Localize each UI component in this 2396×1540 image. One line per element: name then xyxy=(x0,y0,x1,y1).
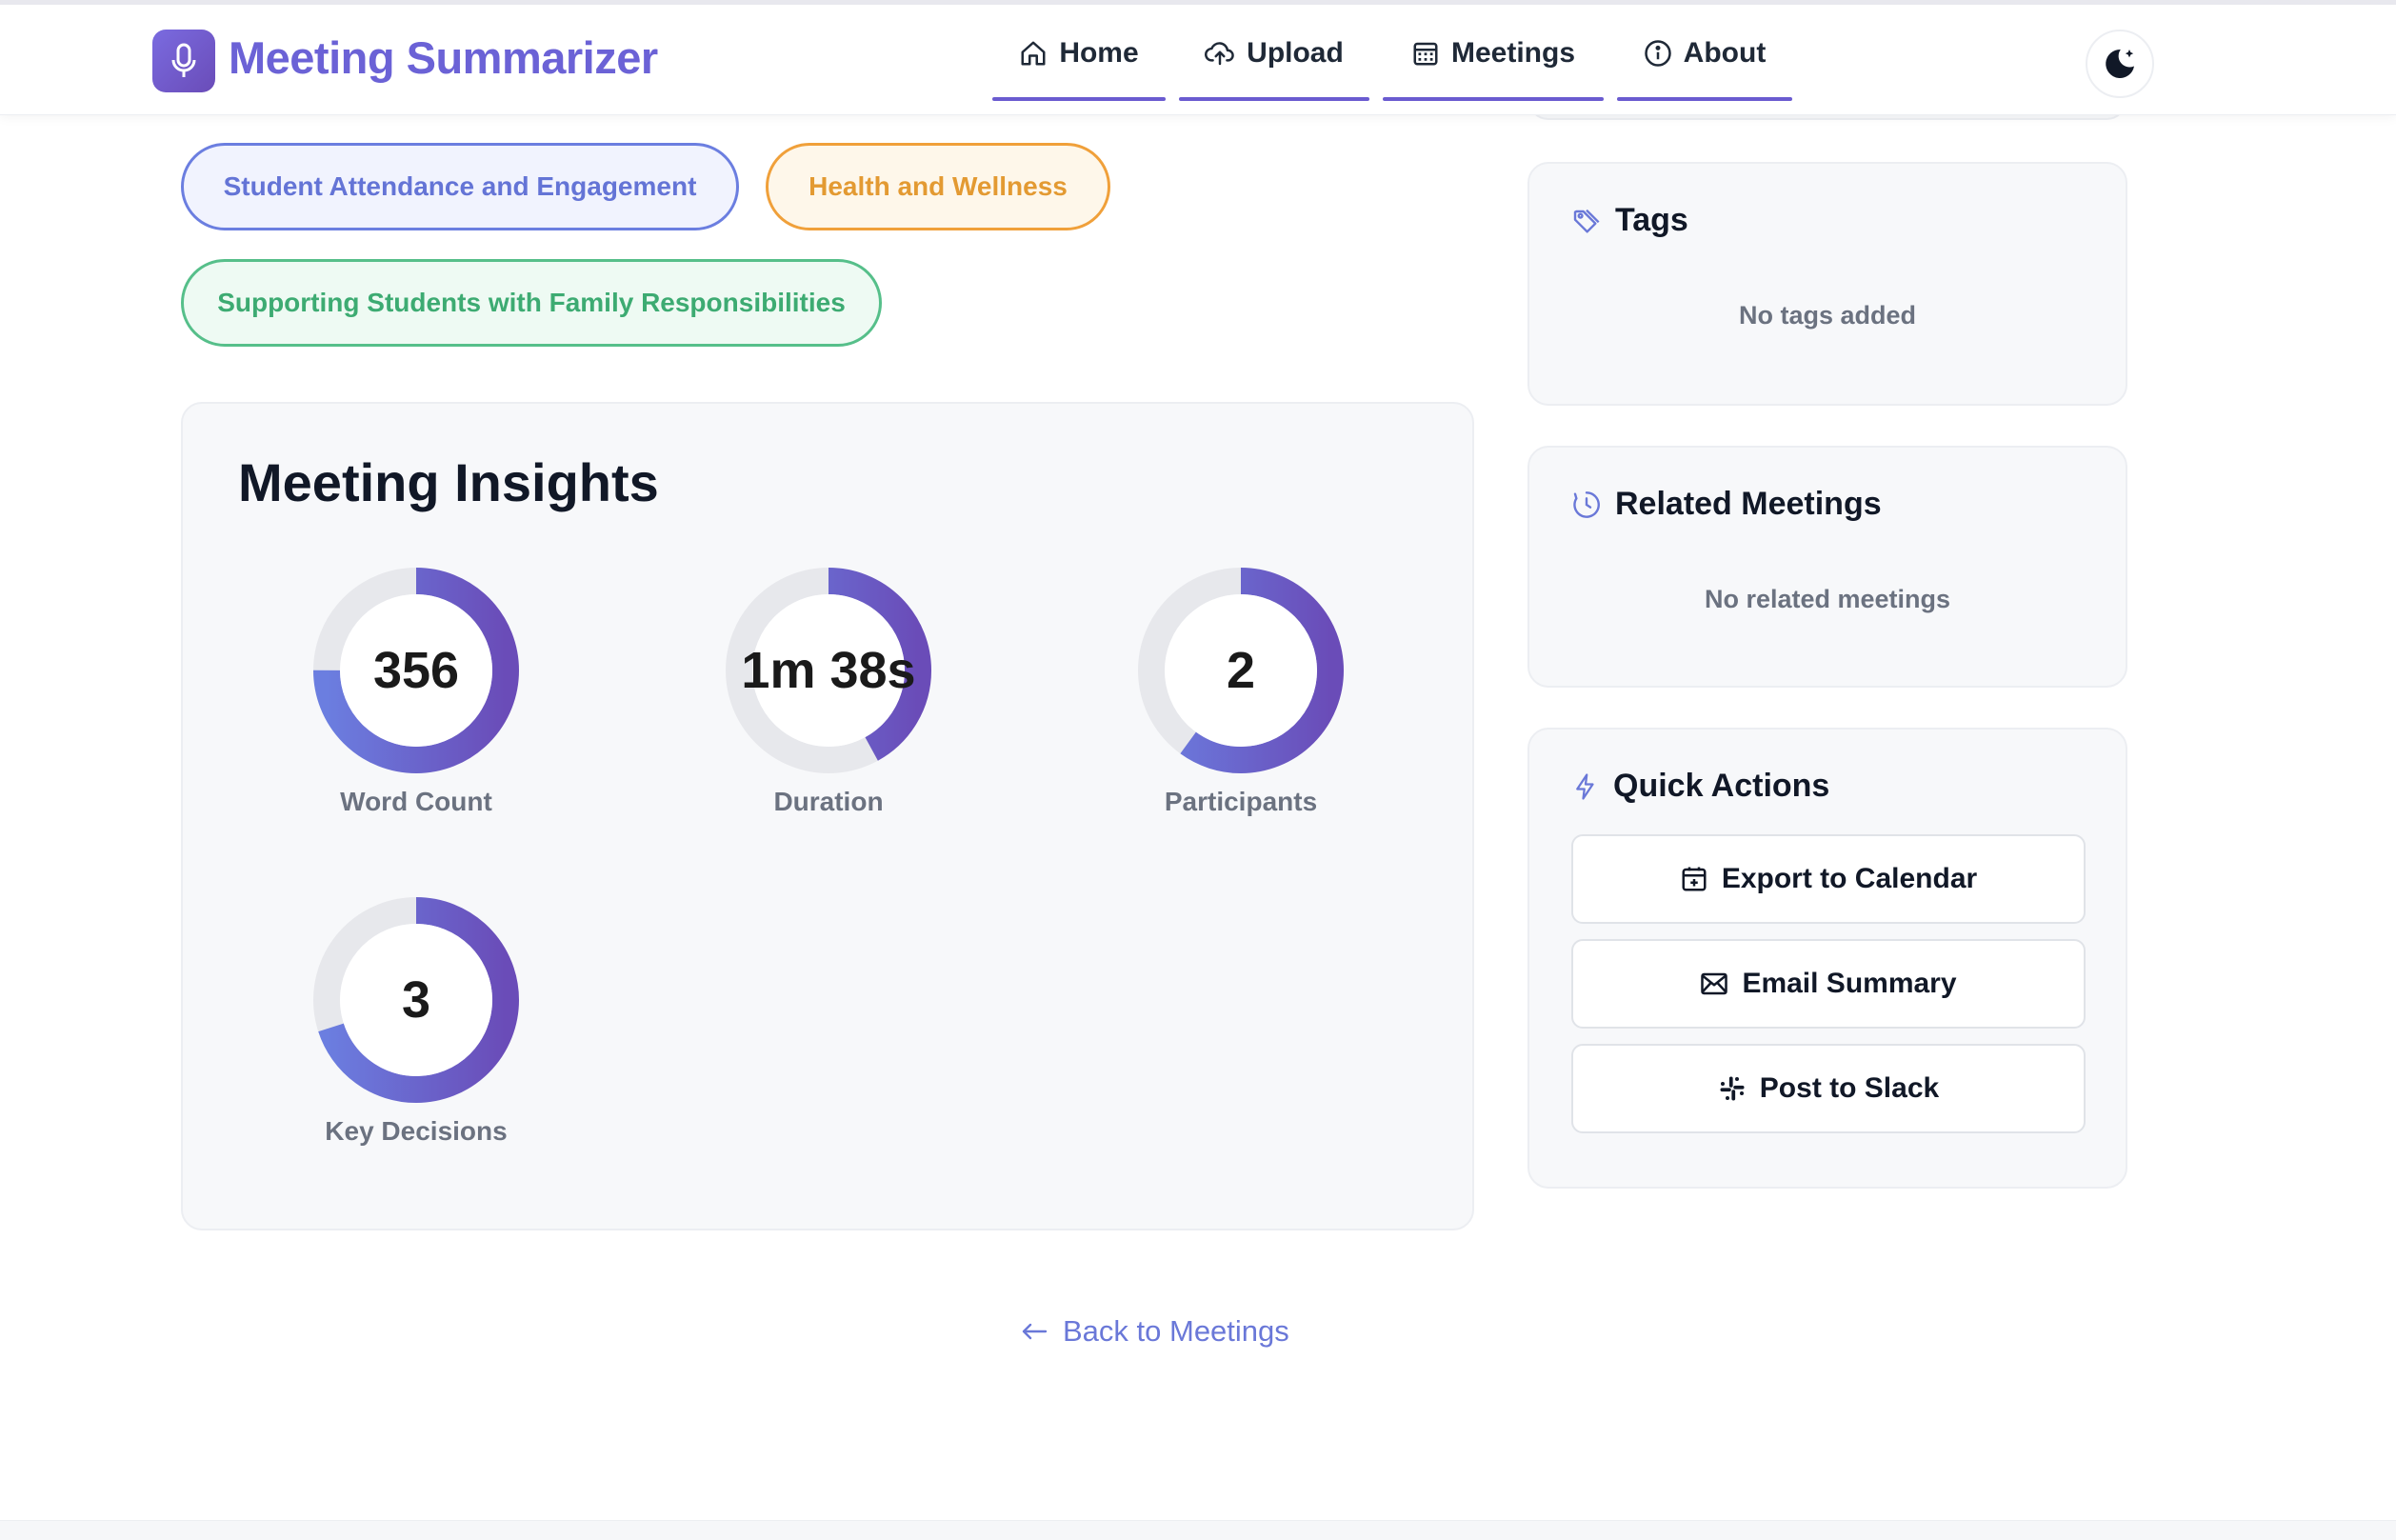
nav-underline xyxy=(992,97,1166,101)
metric-label: Key Decisions xyxy=(325,1116,508,1146)
metric-key-decisions: 3 Key Decisions xyxy=(273,895,559,1171)
metric-label: Participants xyxy=(1164,787,1318,816)
email-label: Email Summary xyxy=(1742,968,1957,999)
tags-empty-text: No tags added xyxy=(1738,301,1917,330)
topic-pill[interactable]: Student Attendance and Engagement xyxy=(181,143,739,230)
nav-home[interactable]: Home xyxy=(992,5,1166,101)
nav-meetings[interactable]: Meetings xyxy=(1383,5,1604,101)
top-navbar: Meeting Summarizer Home Upload Meetings … xyxy=(0,0,2396,115)
clock-icon xyxy=(1573,490,1600,518)
app-title[interactable]: Meeting Summarizer xyxy=(229,31,658,84)
metric-participants: 2 Participants xyxy=(1098,566,1384,842)
slack-icon xyxy=(1720,1076,1745,1101)
related-meetings-card: Related Meetings No related meetings xyxy=(1527,446,2127,688)
metric-value: 1m 38s xyxy=(741,642,916,699)
theme-toggle-button[interactable] xyxy=(2086,30,2154,98)
topic-pill[interactable]: Supporting Students with Family Responsi… xyxy=(181,259,882,347)
export-to-calendar-button[interactable]: Export to Calendar xyxy=(1571,834,2086,924)
nav-underline xyxy=(1617,97,1792,101)
quick-actions-title: Quick Actions xyxy=(1613,768,1830,804)
moon-stars-icon xyxy=(2106,49,2134,78)
back-to-meetings-link[interactable]: Back to Meetings xyxy=(1019,1314,1289,1349)
meeting-insights-card: Meeting Insights 356 Word Count 1m 38s D… xyxy=(181,402,1474,1230)
nav-meetings-label: Meetings xyxy=(1450,36,1576,69)
metric-value: 2 xyxy=(1226,642,1256,699)
metric-duration: 1m 38s Duration xyxy=(686,566,971,842)
lightning-icon xyxy=(1576,772,1594,800)
related-title: Related Meetings xyxy=(1615,486,1882,522)
export-label: Export to Calendar xyxy=(1721,863,1978,894)
footer xyxy=(0,1520,2396,1540)
nav-upload-label: Upload xyxy=(1247,36,1344,69)
nav-about-label: About xyxy=(1683,36,1767,69)
home-icon xyxy=(1021,41,1046,65)
tags-title: Tags xyxy=(1615,202,1688,238)
related-empty-text: No related meetings xyxy=(1704,585,1951,613)
calendar-plus-icon xyxy=(1682,867,1707,891)
related-heading: Related Meetings xyxy=(1571,486,1882,523)
nav-underline xyxy=(1383,97,1604,101)
email-summary-button[interactable]: Email Summary xyxy=(1571,939,2086,1029)
topic-label: Supporting Students with Family Responsi… xyxy=(217,288,846,317)
arrow-left-icon xyxy=(1022,1323,1048,1340)
topic-label: Health and Wellness xyxy=(809,171,1068,201)
insights-title: Meeting Insights xyxy=(238,452,659,512)
back-link-label: Back to Meetings xyxy=(1063,1314,1289,1348)
nav-home-label: Home xyxy=(1059,36,1139,69)
nav-about[interactable]: About xyxy=(1617,5,1792,101)
metric-label: Word Count xyxy=(340,787,492,816)
topic-label: Student Attendance and Engagement xyxy=(223,171,697,201)
metric-word-count: 356 Word Count xyxy=(273,566,559,842)
cloud-upload-icon xyxy=(1205,41,1234,65)
nav-underline xyxy=(1179,97,1369,101)
metric-value: 356 xyxy=(372,642,460,699)
calendar-icon xyxy=(1413,42,1438,65)
info-icon xyxy=(1644,39,1671,67)
quick-actions-heading: Quick Actions xyxy=(1571,768,1829,805)
tags-heading: Tags xyxy=(1571,202,1688,239)
tag-icon xyxy=(1573,209,1600,233)
mail-icon xyxy=(1701,972,1728,995)
metric-label: Duration xyxy=(773,787,884,816)
logo-mic-icon[interactable] xyxy=(152,30,215,92)
topic-pill[interactable]: Health and Wellness xyxy=(766,143,1110,230)
quick-actions-card: Quick Actions Export to Calendar Email S… xyxy=(1527,728,2127,1189)
metric-value: 3 xyxy=(401,971,431,1029)
slack-label: Post to Slack xyxy=(1759,1072,1940,1104)
tags-card: Tags No tags added xyxy=(1527,162,2127,406)
nav-upload[interactable]: Upload xyxy=(1179,5,1369,101)
post-to-slack-button[interactable]: Post to Slack xyxy=(1571,1044,2086,1133)
